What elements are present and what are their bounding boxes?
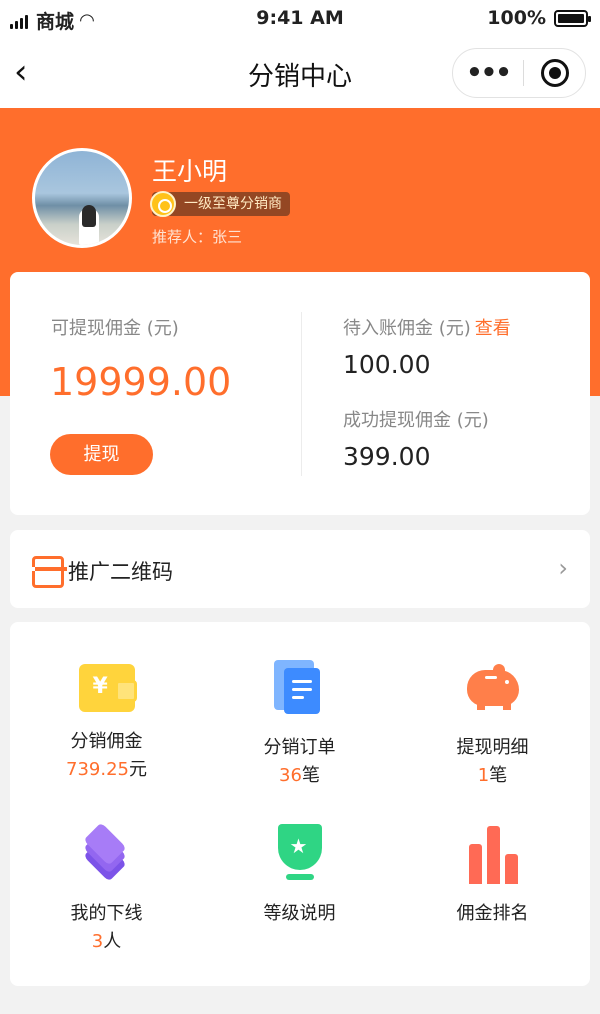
grid-item-label: 等级说明: [263, 903, 336, 924]
grid-item-downline[interactable]: 我的下线 3人: [10, 822, 203, 954]
grid-item-label: 佣金排名: [456, 903, 529, 924]
avatar[interactable]: [32, 148, 132, 248]
earnings-divider: [301, 312, 302, 476]
qr-code-label: 推广二维码: [68, 560, 173, 584]
grid-item-stat: 739.25元: [10, 758, 203, 782]
grid-item-ranking[interactable]: 佣金排名: [396, 824, 589, 926]
chevron-right-icon: ›: [558, 554, 568, 582]
bar-chart-icon: [463, 824, 523, 884]
user-name: 王小明: [152, 157, 228, 186]
feature-grid: 分销佣金 739.25元 分销订单 36笔 提现明细 1笔 我的下线 3人 ★ …: [10, 622, 590, 986]
more-icon[interactable]: •••: [453, 48, 523, 98]
battery-icon: [554, 9, 591, 27]
status-bar: 商城 ◠ 9:41 AM 100%: [0, 0, 600, 38]
grid-item-unit: 笔: [489, 765, 508, 786]
document-icon: [270, 658, 330, 718]
grid-item-label: 分销订单: [263, 737, 336, 758]
withdrawable-amount: 19999.00: [50, 360, 232, 404]
grid-item-stat: 36笔: [203, 764, 396, 788]
status-right: 100%: [487, 7, 591, 29]
battery-percent: 100%: [487, 7, 546, 29]
withdrawn-label: 成功提现佣金 (元): [343, 410, 489, 431]
grid-item-value: 739.25: [66, 759, 129, 780]
pending-amount: 100.00: [343, 350, 431, 379]
qr-code-row[interactable]: 推广二维码 ›: [10, 530, 590, 608]
nav-bar: ‹ 分销中心 •••: [0, 38, 600, 108]
withdrawable-label: 可提现佣金 (元): [51, 318, 179, 339]
level-badge-label: 一级至尊分销商: [184, 196, 282, 212]
avatar-hair: [82, 205, 96, 227]
grid-item-label: 分销佣金: [70, 731, 143, 752]
grid-item-level-info[interactable]: ★ 等级说明: [203, 824, 396, 926]
grid-item-orders[interactable]: 分销订单 36笔: [203, 658, 396, 788]
target-icon: [540, 59, 569, 87]
grid-item-stat: 1笔: [396, 764, 589, 788]
close-mini-program-button[interactable]: [524, 59, 585, 87]
withdraw-button[interactable]: 提现: [50, 434, 153, 475]
grid-item-value: 36: [279, 765, 302, 786]
qrcode-scan-icon: [29, 556, 73, 588]
piggy-bank-icon: [463, 658, 523, 718]
referrer-text: 推荐人：张三: [152, 228, 243, 246]
grid-item-unit: 人: [103, 931, 122, 952]
grid-item-value: 1: [477, 765, 490, 786]
grid-item-value: 3: [91, 931, 104, 952]
earnings-card: 可提现佣金 (元) 19999.00 提现 待入账佣金 (元) 查看 100.00…: [10, 272, 590, 515]
grid-item-commission[interactable]: 分销佣金 739.25元: [10, 658, 203, 782]
grid-item-label: 我的下线: [70, 903, 143, 924]
pending-label: 待入账佣金 (元): [343, 318, 471, 339]
wallet-icon: [78, 664, 137, 712]
star-badge-icon: ★: [270, 824, 330, 884]
grid-item-label: 提现明细: [456, 737, 529, 758]
mini-program-capsule: •••: [452, 48, 586, 98]
pending-label-row: 待入账佣金 (元) 查看: [343, 314, 511, 340]
grid-item-withdraw-detail[interactable]: 提现明细 1笔: [396, 658, 589, 788]
level-badge: 一级至尊分销商: [150, 191, 290, 217]
level-medal-icon: [150, 191, 176, 217]
view-pending-link[interactable]: 查看: [475, 318, 511, 339]
grid-item-unit: 笔: [301, 765, 320, 786]
withdrawn-amount: 399.00: [343, 442, 431, 471]
grid-item-unit: 元: [128, 759, 147, 780]
layers-icon: [77, 822, 137, 884]
grid-item-stat: 3人: [10, 930, 203, 954]
